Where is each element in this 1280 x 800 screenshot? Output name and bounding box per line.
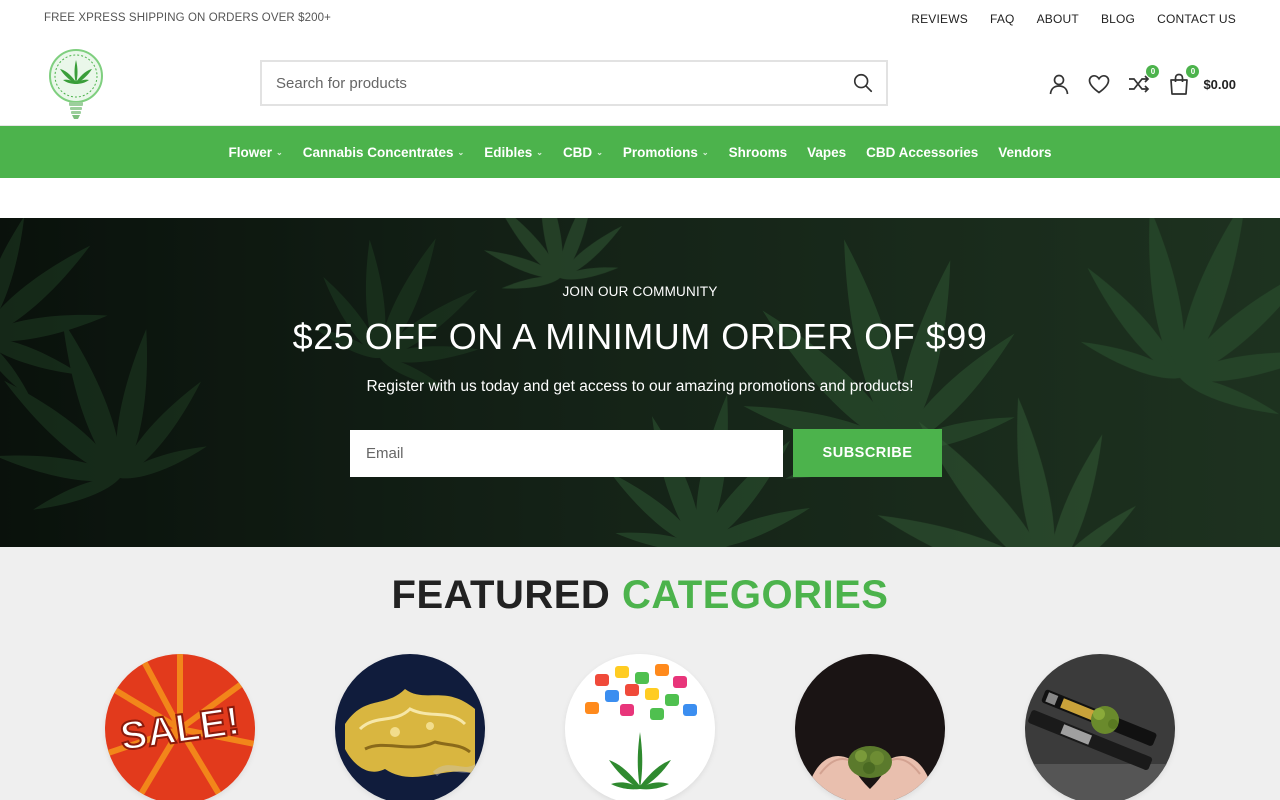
email-field[interactable] bbox=[350, 430, 783, 477]
site-logo[interactable] bbox=[46, 48, 106, 120]
cart-icon[interactable]: 0 bbox=[1167, 65, 1200, 96]
section-title: FEATURED CATEGORIES bbox=[0, 573, 1280, 618]
nav-item-label: CBD Accessories bbox=[866, 144, 979, 160]
nav-item-cannabis-concentrates[interactable]: Cannabis Concentrates ⌄ bbox=[303, 145, 465, 160]
nav-item-label: Promotions bbox=[622, 144, 698, 160]
nav-item-vendors[interactable]: Vendors bbox=[998, 145, 1051, 160]
heart-icon[interactable] bbox=[1087, 72, 1111, 96]
chevron-down-icon: ⌄ bbox=[536, 147, 543, 157]
chevron-down-icon: ⌄ bbox=[276, 147, 283, 157]
lightbulb-leaf-logo-icon bbox=[49, 49, 103, 119]
section-title-part1: FEATURED bbox=[391, 573, 611, 617]
shipping-notice: FREE XPRESS SHIPPING ON ORDERS OVER $200… bbox=[44, 12, 331, 24]
category-sale[interactable]: SALE! bbox=[105, 654, 255, 800]
featured-categories-section: FEATURED CATEGORIES SALE! bbox=[0, 547, 1280, 800]
nav-item-promotions[interactable]: Promotions ⌄ bbox=[623, 145, 709, 160]
top-bar: FREE XPRESS SHIPPING ON ORDERS OVER $200… bbox=[0, 0, 1280, 40]
nav-item-label: Edibles bbox=[484, 144, 533, 160]
user-icon[interactable] bbox=[1047, 72, 1071, 96]
banner-content: JOIN OUR COMMUNITY $25 OFF ON A MINIMUM … bbox=[0, 218, 1280, 547]
vapes-image bbox=[1025, 654, 1175, 800]
nav-item-shrooms[interactable]: Shrooms bbox=[729, 145, 788, 160]
edibles-image bbox=[565, 654, 715, 800]
chevron-down-icon: ⌄ bbox=[457, 147, 465, 157]
banner-subtitle: Register with us today and get access to… bbox=[366, 378, 914, 395]
nav-item-cbd-accessories[interactable]: CBD Accessories bbox=[866, 145, 978, 160]
cart-count-badge: 0 bbox=[1186, 65, 1200, 78]
concentrates-image bbox=[335, 654, 485, 800]
chevron-down-icon: ⌄ bbox=[596, 147, 603, 157]
nav-item-label: Cannabis Concentrates bbox=[302, 144, 454, 160]
flower-image bbox=[795, 654, 945, 800]
top-link-reviews[interactable]: REVIEWS bbox=[911, 12, 968, 26]
banner-headline: $25 OFF ON A MINIMUM ORDER OF $99 bbox=[292, 316, 988, 357]
search-icon[interactable] bbox=[852, 72, 874, 94]
top-links: REVIEWS FAQ ABOUT BLOG CONTACT US bbox=[911, 12, 1236, 26]
site-header: 0 0 $0.00 bbox=[0, 40, 1280, 126]
subscribe-button[interactable]: SUBSCRIBE bbox=[793, 429, 942, 477]
nav-item-label: Shrooms bbox=[728, 144, 788, 160]
section-title-part2: CATEGORIES bbox=[621, 573, 889, 617]
nav-item-flower[interactable]: Flower ⌄ bbox=[229, 145, 283, 160]
newsletter-banner: JOIN OUR COMMUNITY $25 OFF ON A MINIMUM … bbox=[0, 218, 1280, 547]
header-actions: 0 0 $0.00 bbox=[1031, 65, 1236, 98]
search-box bbox=[260, 60, 888, 106]
compare-icon[interactable]: 0 bbox=[1127, 65, 1160, 96]
banner-pretitle: JOIN OUR COMMUNITY bbox=[562, 284, 718, 299]
main-nav: Flower ⌄ Cannabis Concentrates ⌄ Edibles ⌄ … bbox=[0, 126, 1280, 178]
chevron-down-icon: ⌄ bbox=[701, 147, 709, 157]
nav-item-label: Flower bbox=[228, 144, 273, 160]
top-link-blog[interactable]: BLOG bbox=[1101, 12, 1135, 26]
category-flower[interactable] bbox=[795, 654, 945, 800]
top-link-contact-us[interactable]: CONTACT US bbox=[1157, 12, 1236, 26]
search-input[interactable] bbox=[276, 62, 836, 104]
nav-item-edibles[interactable]: Edibles ⌄ bbox=[484, 145, 543, 160]
sale-image: SALE! bbox=[105, 654, 255, 800]
nav-item-label: Vendors bbox=[998, 144, 1052, 160]
top-link-faq[interactable]: FAQ bbox=[990, 12, 1015, 26]
category-edibles[interactable] bbox=[565, 654, 715, 800]
cart-total[interactable]: $0.00 bbox=[1203, 77, 1236, 92]
category-vapes[interactable] bbox=[1025, 654, 1175, 800]
nav-item-label: Vapes bbox=[807, 144, 847, 160]
top-link-about[interactable]: ABOUT bbox=[1037, 12, 1079, 26]
nav-item-vapes[interactable]: Vapes bbox=[807, 145, 846, 160]
nav-item-label: CBD bbox=[562, 144, 593, 160]
category-concentrates[interactable] bbox=[335, 654, 485, 800]
compare-count-badge: 0 bbox=[1146, 65, 1160, 78]
nav-item-cbd[interactable]: CBD ⌄ bbox=[563, 145, 603, 160]
